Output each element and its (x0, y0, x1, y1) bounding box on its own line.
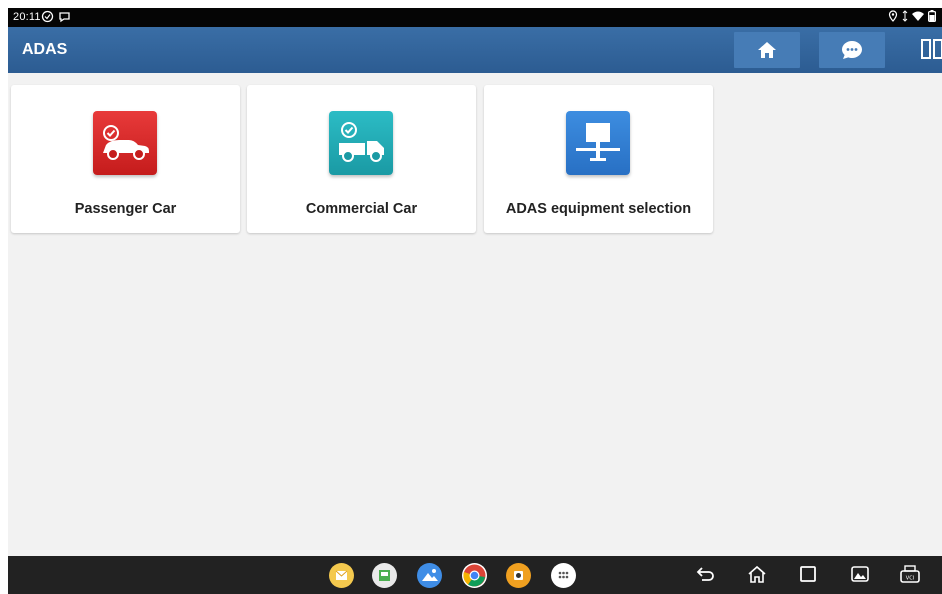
chat-bubble-icon (842, 41, 862, 59)
email-app-icon[interactable] (329, 563, 354, 588)
commercial-car-card[interactable]: Commercial Car (247, 85, 476, 233)
content-area: Passenger Car Commercial Car ADAS equipm (8, 73, 942, 556)
split-screen-icon (921, 39, 942, 59)
home-icon[interactable] (747, 564, 767, 589)
chrome-app-icon[interactable] (462, 563, 487, 588)
passenger-car-icon (93, 111, 157, 175)
gallery-app-icon[interactable] (372, 563, 397, 588)
commercial-car-label: Commercial Car (305, 201, 418, 217)
commercial-truck-icon (329, 111, 393, 175)
data-transfer-icon (902, 10, 908, 25)
page-title: ADAS (22, 41, 68, 58)
wifi-icon (912, 11, 924, 25)
feedback-button[interactable] (819, 32, 885, 68)
adas-equipment-label: ADAS equipment selection (505, 201, 692, 217)
passenger-car-label: Passenger Car (74, 201, 177, 217)
svg-text:VCI: VCI (906, 576, 914, 582)
recents-icon[interactable] (798, 564, 818, 589)
app-drawer-icon[interactable] (551, 563, 576, 588)
vci-icon[interactable]: VCI (898, 564, 922, 589)
passenger-car-card[interactable]: Passenger Car (11, 85, 240, 233)
photos-app-icon[interactable] (417, 563, 442, 588)
battery-icon (928, 10, 937, 25)
status-time: 20:11 (13, 11, 41, 23)
home-button[interactable] (734, 32, 800, 68)
status-bar: 20:11 (8, 8, 942, 27)
adas-equipment-card[interactable]: ADAS equipment selection (484, 85, 713, 233)
screenshot-icon[interactable] (850, 564, 870, 589)
location-icon (888, 10, 898, 25)
split-screen-button[interactable] (921, 39, 942, 64)
message-status-icon (58, 10, 71, 26)
navigation-bar: VCI (8, 556, 942, 594)
app-bar: ADAS (8, 27, 942, 73)
sync-status-icon (41, 10, 54, 26)
back-icon[interactable] (696, 564, 716, 589)
camera-app-icon[interactable] (506, 563, 531, 588)
home-icon (758, 42, 776, 58)
adas-equipment-icon (566, 111, 630, 175)
